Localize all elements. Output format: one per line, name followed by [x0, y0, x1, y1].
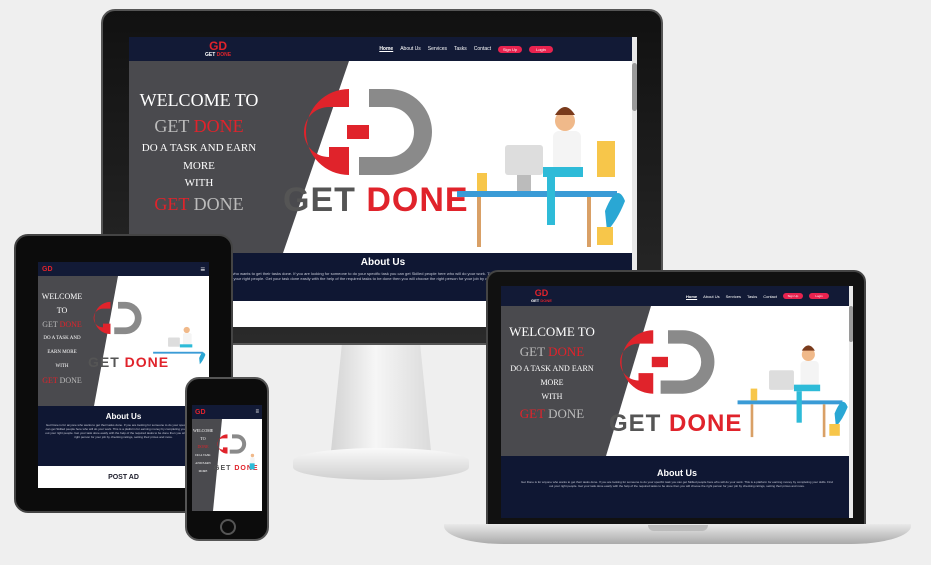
phone-hamburger-icon[interactable]: ≡	[255, 409, 259, 415]
laptop-gd-logo	[620, 330, 715, 394]
hero-with: WITH	[184, 177, 214, 189]
login-button[interactable]: Login	[529, 45, 553, 53]
laptop-nav-home[interactable]: Home	[686, 294, 697, 299]
laptop-hero: WELCOME TO GET DONE DO A TASK AND EARN M…	[501, 306, 853, 456]
laptop-login-button[interactable]: Login	[809, 293, 829, 299]
laptop-screen: GD GET DONE Home About Us Services Tasks…	[501, 286, 853, 518]
nav-about[interactable]: About Us	[400, 46, 421, 52]
hero-tagline: DO A TASK AND EARN MORE	[141, 142, 257, 172]
tablet-hero-text: WELCOME TO GET DONE DO A TASK AND EARN M…	[41, 292, 83, 385]
laptop-signup-button[interactable]: Sign Up	[783, 293, 803, 299]
tablet-about: About Us Get Done is for anyone who want…	[38, 406, 209, 466]
navbar: GD GET DONE Home About Us Services Tasks…	[129, 37, 637, 61]
laptop-nav-contact[interactable]: Contact	[763, 294, 777, 299]
nav-links: Home About Us Services Tasks Contact Sig…	[379, 45, 553, 53]
phone-logo[interactable]: GD	[195, 409, 206, 416]
nav-services[interactable]: Services	[428, 46, 447, 52]
laptop-illustration	[737, 345, 848, 438]
logo-get: GET	[205, 52, 216, 58]
gd-wordmark: GET DONE	[283, 181, 469, 219]
laptop-nav-about[interactable]: About Us	[703, 294, 719, 299]
hero-get-done: GET DONE	[154, 116, 244, 136]
laptop-logo[interactable]: GD GET DONE	[531, 289, 552, 304]
phone-illustration	[249, 453, 255, 470]
laptop-navbar: GD GET DONE Home About Us Services Tasks…	[501, 286, 853, 306]
monitor-stand-neck	[330, 345, 432, 455]
phone-screen: GD ≡ WELCOME TO DONE DO A TASK AND EARN …	[192, 405, 262, 511]
hero-text: WELCOME TO GET DONE DO A TASK AND EARN M…	[137, 87, 261, 217]
nav-home[interactable]: Home	[379, 46, 393, 52]
hero-get-done-2: GET DONE	[154, 194, 244, 214]
nav-contact[interactable]: Contact	[474, 46, 491, 52]
monitor-stand-base	[293, 448, 469, 480]
laptop-nav-services[interactable]: Services	[726, 294, 741, 299]
laptop-nav-links: Home About Us Services Tasks Contact Sig…	[686, 293, 829, 299]
phone-home-button[interactable]	[220, 519, 236, 535]
phone-navbar: GD ≡	[192, 405, 262, 419]
phone-hero-text: WELCOME TO DONE DO A TASK AND EARN MORE	[193, 428, 214, 473]
signup-button[interactable]: Sign Up	[498, 45, 522, 53]
hero-section: WELCOME TO GET DONE DO A TASK AND EARN M…	[129, 61, 637, 253]
laptop-about: About Us Get Done is for anyone who want…	[501, 456, 853, 518]
tablet-post-ad[interactable]: POST AD	[38, 474, 209, 488]
gd-logo-graphic	[303, 89, 432, 175]
tablet-navbar: GD ≡	[38, 262, 209, 276]
logo-done: DONE	[216, 52, 232, 58]
laptop-nav-tasks[interactable]: Tasks	[747, 294, 757, 299]
laptop-wordmark: GET DONE	[609, 410, 743, 437]
hamburger-menu-icon[interactable]: ≡	[200, 265, 205, 274]
phone-hero: WELCOME TO DONE DO A TASK AND EARN MORE …	[192, 419, 262, 511]
laptop-scrollbar[interactable]	[849, 286, 853, 518]
phone-frame: GD ≡ WELCOME TO DONE DO A TASK AND EARN …	[185, 377, 269, 541]
hero-welcome: WELCOME TO	[139, 90, 259, 110]
nav-tasks[interactable]: Tasks	[454, 46, 467, 52]
laptop-notch	[648, 525, 708, 531]
tablet-screen: GD ≡ WELCOME TO GET DONE DO A TASK AND E…	[38, 262, 209, 488]
tablet-logo[interactable]: GD	[42, 266, 53, 273]
site-logo[interactable]: GD GET DONE	[205, 40, 231, 58]
worker-illustration	[457, 107, 625, 247]
logo-mark: GD	[209, 39, 228, 53]
tablet-hero: WELCOME TO GET DONE DO A TASK AND EARN M…	[38, 276, 209, 406]
tablet-gd-logo	[93, 301, 142, 335]
laptop-hero-text: WELCOME TO GET DONE DO A TASK AND EARN M…	[509, 324, 595, 421]
laptop-frame: GD GET DONE Home About Us Services Tasks…	[486, 270, 866, 528]
scrollbar-thumb[interactable]	[632, 63, 637, 111]
